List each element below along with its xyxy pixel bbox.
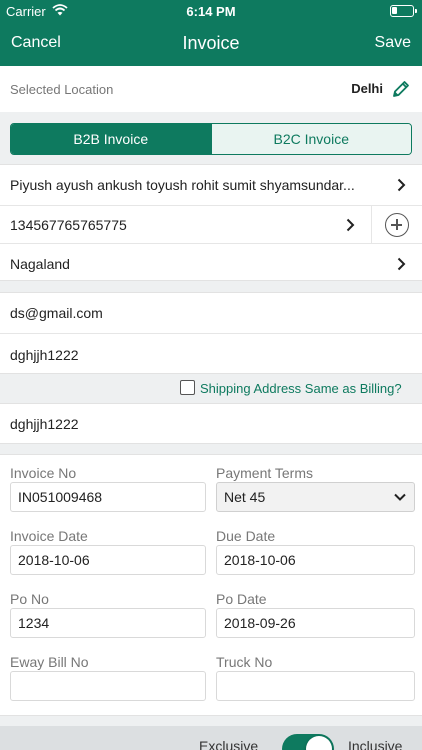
- navigation-bar: Cancel Invoice Save: [0, 22, 422, 66]
- b2b-invoice-tab[interactable]: B2B Invoice: [11, 124, 211, 154]
- contact-card: ds@gmail.com dghjjh1222: [0, 292, 422, 374]
- chevron-down-icon: [394, 493, 406, 501]
- state-row[interactable]: Nagaland: [0, 243, 422, 282]
- battery-icon: [390, 5, 417, 17]
- chevron-right-icon: [397, 178, 406, 192]
- invoice-date-label: Invoice Date: [10, 528, 88, 544]
- truck-no-field[interactable]: [216, 671, 415, 701]
- billing-address-value: dghjjh1222: [10, 347, 79, 363]
- invoice-type-segmented-control: B2B Invoice B2C Invoice: [10, 123, 412, 155]
- chevron-right-icon: [346, 218, 355, 232]
- battery-level: [392, 7, 397, 14]
- invoice-no-value: IN051009468: [18, 489, 103, 505]
- shipping-same-row: Shipping Address Same as Billing?: [0, 374, 422, 402]
- invoice-no-field[interactable]: IN051009468: [10, 482, 206, 512]
- truck-no-label: Truck No: [216, 654, 273, 670]
- due-date-label: Due Date: [216, 528, 276, 544]
- page-title: Invoice: [182, 33, 240, 53]
- invoice-date-field[interactable]: 2018-10-06: [10, 545, 206, 575]
- po-date-label: Po Date: [216, 591, 267, 607]
- save-button[interactable]: Save: [375, 34, 411, 52]
- tax-mode-bar: Exclusive Inclusive: [0, 726, 422, 750]
- status-bar: Carrier 6:14 PM: [0, 0, 422, 22]
- payment-terms-label: Payment Terms: [216, 465, 313, 481]
- shipping-address-card: dghjjh1222: [0, 403, 422, 444]
- plus-circle-icon: [385, 213, 409, 237]
- invoice-date-value: 2018-10-06: [18, 552, 90, 568]
- customer-card: Piyush ayush ankush toyush rohit sumit s…: [0, 164, 422, 281]
- invoice-details-card: Invoice No IN051009468 Payment Terms Net…: [0, 454, 422, 716]
- inclusive-label: Inclusive: [348, 738, 403, 750]
- email-field[interactable]: ds@gmail.com: [0, 293, 422, 333]
- billing-address-field[interactable]: dghjjh1222: [0, 333, 422, 375]
- selected-location-label: Selected Location: [10, 82, 114, 97]
- shipping-same-label[interactable]: Shipping Address Same as Billing?: [200, 381, 402, 396]
- b2c-invoice-tab[interactable]: B2C Invoice: [210, 124, 411, 154]
- due-date-field[interactable]: 2018-10-06: [216, 545, 415, 575]
- pencil-icon[interactable]: [390, 78, 412, 100]
- chevron-right-icon: [397, 257, 406, 271]
- gstin-value: 134567765765775: [10, 217, 127, 233]
- po-no-field[interactable]: 1234: [10, 608, 206, 638]
- email-value: ds@gmail.com: [10, 305, 103, 321]
- shipping-address-field[interactable]: dghjjh1222: [0, 404, 422, 445]
- due-date-value: 2018-10-06: [224, 552, 296, 568]
- payment-terms-select[interactable]: Net 45: [216, 482, 415, 512]
- eway-bill-no-field[interactable]: [10, 671, 206, 701]
- tax-inclusive-toggle[interactable]: [282, 734, 334, 750]
- exclusive-label: Exclusive: [199, 738, 259, 750]
- gstin-row[interactable]: 134567765765775: [0, 205, 422, 244]
- selected-location-row[interactable]: Selected Location Delhi: [0, 66, 422, 112]
- po-date-field[interactable]: 2018-09-26: [216, 608, 415, 638]
- state-value: Nagaland: [10, 256, 70, 272]
- eway-bill-no-label: Eway Bill No: [10, 654, 89, 670]
- toggle-knob: [306, 736, 332, 750]
- payment-terms-value: Net 45: [224, 489, 266, 505]
- po-no-label: Po No: [10, 591, 49, 607]
- invoice-no-label: Invoice No: [10, 465, 77, 481]
- add-customer-button[interactable]: [371, 206, 422, 244]
- selected-location-value: Delhi: [351, 81, 383, 96]
- po-no-value: 1234: [18, 615, 50, 631]
- shipping-address-value: dghjjh1222: [10, 416, 79, 432]
- po-date-value: 2018-09-26: [224, 615, 296, 631]
- shipping-same-checkbox[interactable]: [180, 380, 195, 395]
- customer-name: Piyush ayush ankush toyush rohit sumit s…: [10, 177, 355, 193]
- status-time: 6:14 PM: [186, 4, 236, 19]
- customer-name-row[interactable]: Piyush ayush ankush toyush rohit sumit s…: [0, 165, 422, 205]
